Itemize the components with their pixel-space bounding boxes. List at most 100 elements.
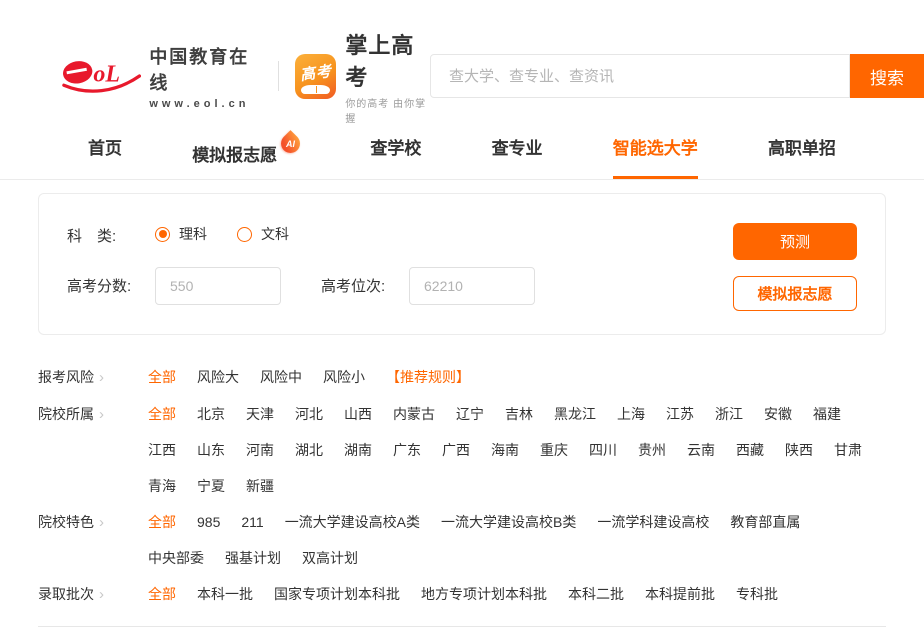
nav-tab-label: 首页 [88,139,122,158]
header-divider [278,61,279,91]
filter-option[interactable]: 甘肃 [834,432,862,468]
category-radio-2[interactable]: 文科 [237,224,289,244]
radio-checked-icon [155,227,170,242]
app-text: 掌上高考 你的高考 由你掌握 [345,28,430,125]
filter-option[interactable]: 云南 [687,432,715,468]
filter-option[interactable]: 广西 [442,432,470,468]
app-brand[interactable]: 高考 掌上高考 你的高考 由你掌握 [295,28,430,125]
filter-option[interactable]: 贵州 [638,432,666,468]
nav-tab-label: 查专业 [492,139,543,158]
chevron-right-icon: › [99,369,104,386]
filter-option[interactable]: 地方专项计划本科批 [421,576,547,612]
filter-option[interactable]: 新疆 [246,468,274,504]
app-slogan: 你的高考 由你掌握 [345,95,430,125]
score-label: 高考分数: [67,275,155,296]
filter-option[interactable]: 【推荐规则】 [386,359,470,395]
filter-option[interactable]: 全部 [148,396,176,432]
predict-button[interactable]: 预测 [733,223,857,260]
filter-label[interactable]: 录取批次› [38,576,148,613]
filter-option[interactable]: 湖北 [295,432,323,468]
filter-option[interactable]: 西藏 [736,432,764,468]
nav-tab-1[interactable]: 首页 [88,124,122,179]
nav-tab-label: 模拟报志愿 [192,146,277,165]
filter-option[interactable]: 河南 [246,432,274,468]
category-radio-1[interactable]: 理科 [155,224,207,244]
filter-option[interactable]: 宁夏 [197,468,225,504]
filter-label[interactable]: 报考风险› [38,359,148,396]
filter-option[interactable]: 本科一批 [197,576,253,612]
filter-option[interactable]: 中央部委 [148,540,204,576]
filter-option[interactable]: 山西 [344,396,372,432]
filter-option[interactable]: 福建 [813,396,841,432]
filter-option[interactable]: 辽宁 [456,396,484,432]
filter-option[interactable]: 本科提前批 [645,576,715,612]
filter-option[interactable]: 上海 [617,396,645,432]
filter-label[interactable]: 院校所属› [38,396,148,433]
filter-option[interactable]: 985 [197,504,220,540]
rank-input[interactable] [409,267,535,305]
filter-option[interactable]: 强基计划 [225,540,281,576]
filter-option[interactable]: 211 [241,504,263,540]
nav-tab-6[interactable]: 高职单招 [768,124,836,179]
filter-option[interactable]: 江苏 [666,396,694,432]
filter-option[interactable]: 青海 [148,468,176,504]
filter-option[interactable]: 双高计划 [302,540,358,576]
filter-option[interactable]: 内蒙古 [393,396,435,432]
filter-row-2: 院校所属›全部北京天津河北山西内蒙古辽宁吉林黑龙江上海江苏浙江安徽福建江西山东河… [38,396,886,504]
filter-section: 报考风险›全部风险大风险中风险小【推荐规则】院校所属›全部北京天津河北山西内蒙古… [38,359,886,613]
filter-option[interactable]: 一流大学建设高校B类 [441,504,576,540]
eol-logo-icon: oL [62,53,141,99]
nav-tab-label: 查学校 [370,139,421,158]
nav-tab-2[interactable]: 模拟报志愿AI [192,124,300,179]
brand-url: www.eol.cn [149,98,260,110]
site-logo[interactable]: oL 中国教育在线 www.eol.cn [62,43,260,110]
filter-option[interactable]: 河北 [295,396,323,432]
app-name: 掌上高考 [345,28,430,92]
filter-option[interactable]: 一流学科建设高校 [597,504,709,540]
search-input[interactable] [430,54,850,98]
filter-option[interactable]: 黑龙江 [554,396,596,432]
filter-option[interactable]: 四川 [589,432,617,468]
filter-option[interactable]: 国家专项计划本科批 [274,576,400,612]
filter-option[interactable]: 广东 [393,432,421,468]
filter-option[interactable]: 专科批 [736,576,778,612]
filter-option[interactable]: 本科二批 [568,576,624,612]
rank-label: 高考位次: [321,275,409,296]
filter-option[interactable]: 全部 [148,504,176,540]
filter-option[interactable]: 吉林 [505,396,533,432]
nav-tab-4[interactable]: 查专业 [492,124,543,179]
filter-option[interactable]: 陕西 [785,432,813,468]
filter-option[interactable]: 北京 [197,396,225,432]
filter-label-text: 录取批次 [38,586,94,602]
filter-option[interactable]: 风险中 [260,359,302,395]
filter-option[interactable]: 安徽 [764,396,792,432]
filter-label[interactable]: 院校特色› [38,504,148,541]
filter-option[interactable]: 一流大学建设高校A类 [285,504,420,540]
filter-option[interactable]: 山东 [197,432,225,468]
filter-option[interactable]: 重庆 [540,432,568,468]
filter-option[interactable]: 天津 [246,396,274,432]
filter-option[interactable]: 全部 [148,576,176,612]
filter-option[interactable]: 海南 [491,432,519,468]
filter-option[interactable]: 湖南 [344,432,372,468]
score-input[interactable] [155,267,281,305]
nav-tab-5[interactable]: 智能选大学 [613,124,698,179]
filter-option[interactable]: 风险大 [197,359,239,395]
filter-option[interactable]: 教育部直属 [730,504,800,540]
filter-option[interactable]: 浙江 [715,396,743,432]
ai-flame-icon: AI [277,130,304,157]
filter-option[interactable]: 风险小 [323,359,365,395]
brand-text: 中国教育在线 www.eol.cn [149,43,260,110]
radio-label: 理科 [179,224,207,244]
ai-flame-icon-text: AI [281,134,300,153]
filter-option[interactable]: 江西 [148,432,176,468]
filter-options: 全部本科一批国家专项计划本科批地方专项计划本科批本科二批本科提前批专科批 [148,576,886,612]
search-button[interactable]: 搜索 [850,54,924,98]
nav-tab-label: 高职单招 [768,139,836,158]
gaokao-app-icon-text: 高考 [298,59,333,84]
chevron-right-icon: › [99,514,104,531]
simulate-apply-button[interactable]: 模拟报志愿 [733,276,857,311]
filter-option[interactable]: 全部 [148,359,176,395]
filter-options: 全部北京天津河北山西内蒙古辽宁吉林黑龙江上海江苏浙江安徽福建江西山东河南湖北湖南… [148,396,886,504]
nav-tab-3[interactable]: 查学校 [370,124,421,179]
